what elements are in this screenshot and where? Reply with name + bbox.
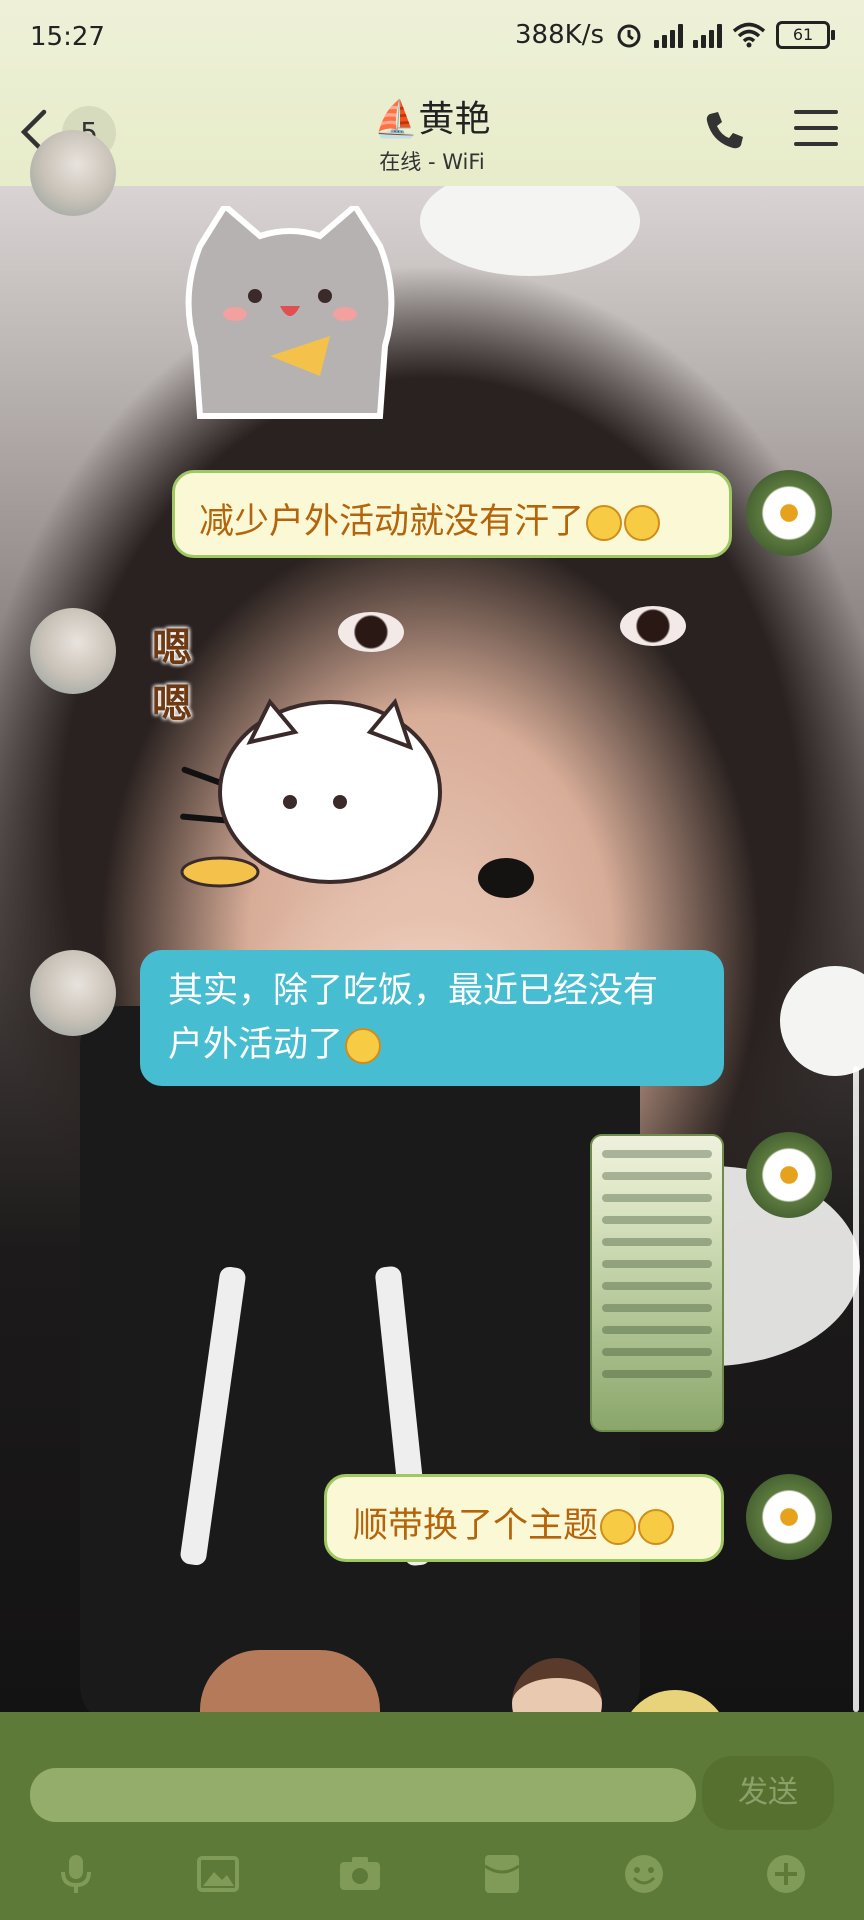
cat-sticker-image [185,201,395,419]
menu-icon-line [794,142,838,146]
menu-icon-line [794,126,838,130]
my-avatar[interactable] [746,1132,832,1218]
message-text-line: 户外活动了 [168,1025,344,1065]
plus-icon [767,1855,805,1893]
photo-nose-sticker [478,858,534,898]
emoji-icon [586,505,623,541]
photo-cat-ears [420,186,640,276]
battery-icon: 61 [776,21,835,49]
sticker-message[interactable]: 嗯嗯 [150,612,450,892]
network-speed: 388K/s [515,20,604,50]
voice-button[interactable] [54,1852,98,1896]
alarm-icon [617,24,641,48]
image-icon [197,1856,239,1892]
my-avatar[interactable] [746,1474,832,1560]
wifi-icon [732,22,766,48]
camera-button[interactable] [338,1852,382,1896]
status-time: 15:27 [30,22,105,52]
photo-panda-sticker [780,966,864,1076]
menu-icon-line [794,110,838,114]
contact-avatar[interactable] [30,608,116,694]
emoji-icon [625,1855,663,1893]
message-text: 减少户外活动就没有汗了 [199,502,585,542]
message-input[interactable] [30,1768,696,1822]
phone-icon [706,112,743,149]
message-text: 顺带换了个主题 [353,1506,599,1546]
image-message-thumbnail[interactable] [590,1134,724,1432]
photo-eye-right [620,606,686,646]
scrollbar[interactable] [853,1066,859,1712]
cat-fish-sticker[interactable] [180,201,400,422]
photo-hoodie [80,1006,640,1712]
emoji-icon [624,505,661,541]
message-bubble[interactable]: 其实，除了吃饭，最近已经没有 户外活动了 [140,950,724,1086]
my-avatar[interactable] [746,470,832,556]
menu-button[interactable] [794,110,838,150]
call-button[interactable] [702,108,746,152]
status-icons: 388K/s 61 [515,20,835,50]
more-button[interactable] [764,1852,808,1896]
signal-hd-icon [693,22,722,48]
image-button[interactable] [196,1852,240,1896]
send-button[interactable]: 发送 [702,1756,834,1830]
red-packet-button[interactable] [480,1852,524,1896]
white-cat-sticker [180,697,442,888]
message-bubble[interactable]: 减少户外活动就没有汗了 [172,470,732,558]
message-text-line: 其实，除了吃饭，最近已经没有 [168,971,659,1011]
camera-icon [340,1857,380,1890]
emoji-button[interactable] [622,1852,666,1896]
contact-avatar[interactable] [30,950,116,1036]
emoji-icon [600,1509,637,1545]
message-bubble[interactable]: 顺带换了个主题 [324,1474,724,1562]
emoji-icon [638,1509,675,1545]
red-packet-icon [484,1855,520,1893]
signal-icon [654,22,683,48]
mic-icon [61,1855,91,1893]
contact-avatar[interactable] [30,130,116,216]
emoji-icon [345,1028,382,1064]
